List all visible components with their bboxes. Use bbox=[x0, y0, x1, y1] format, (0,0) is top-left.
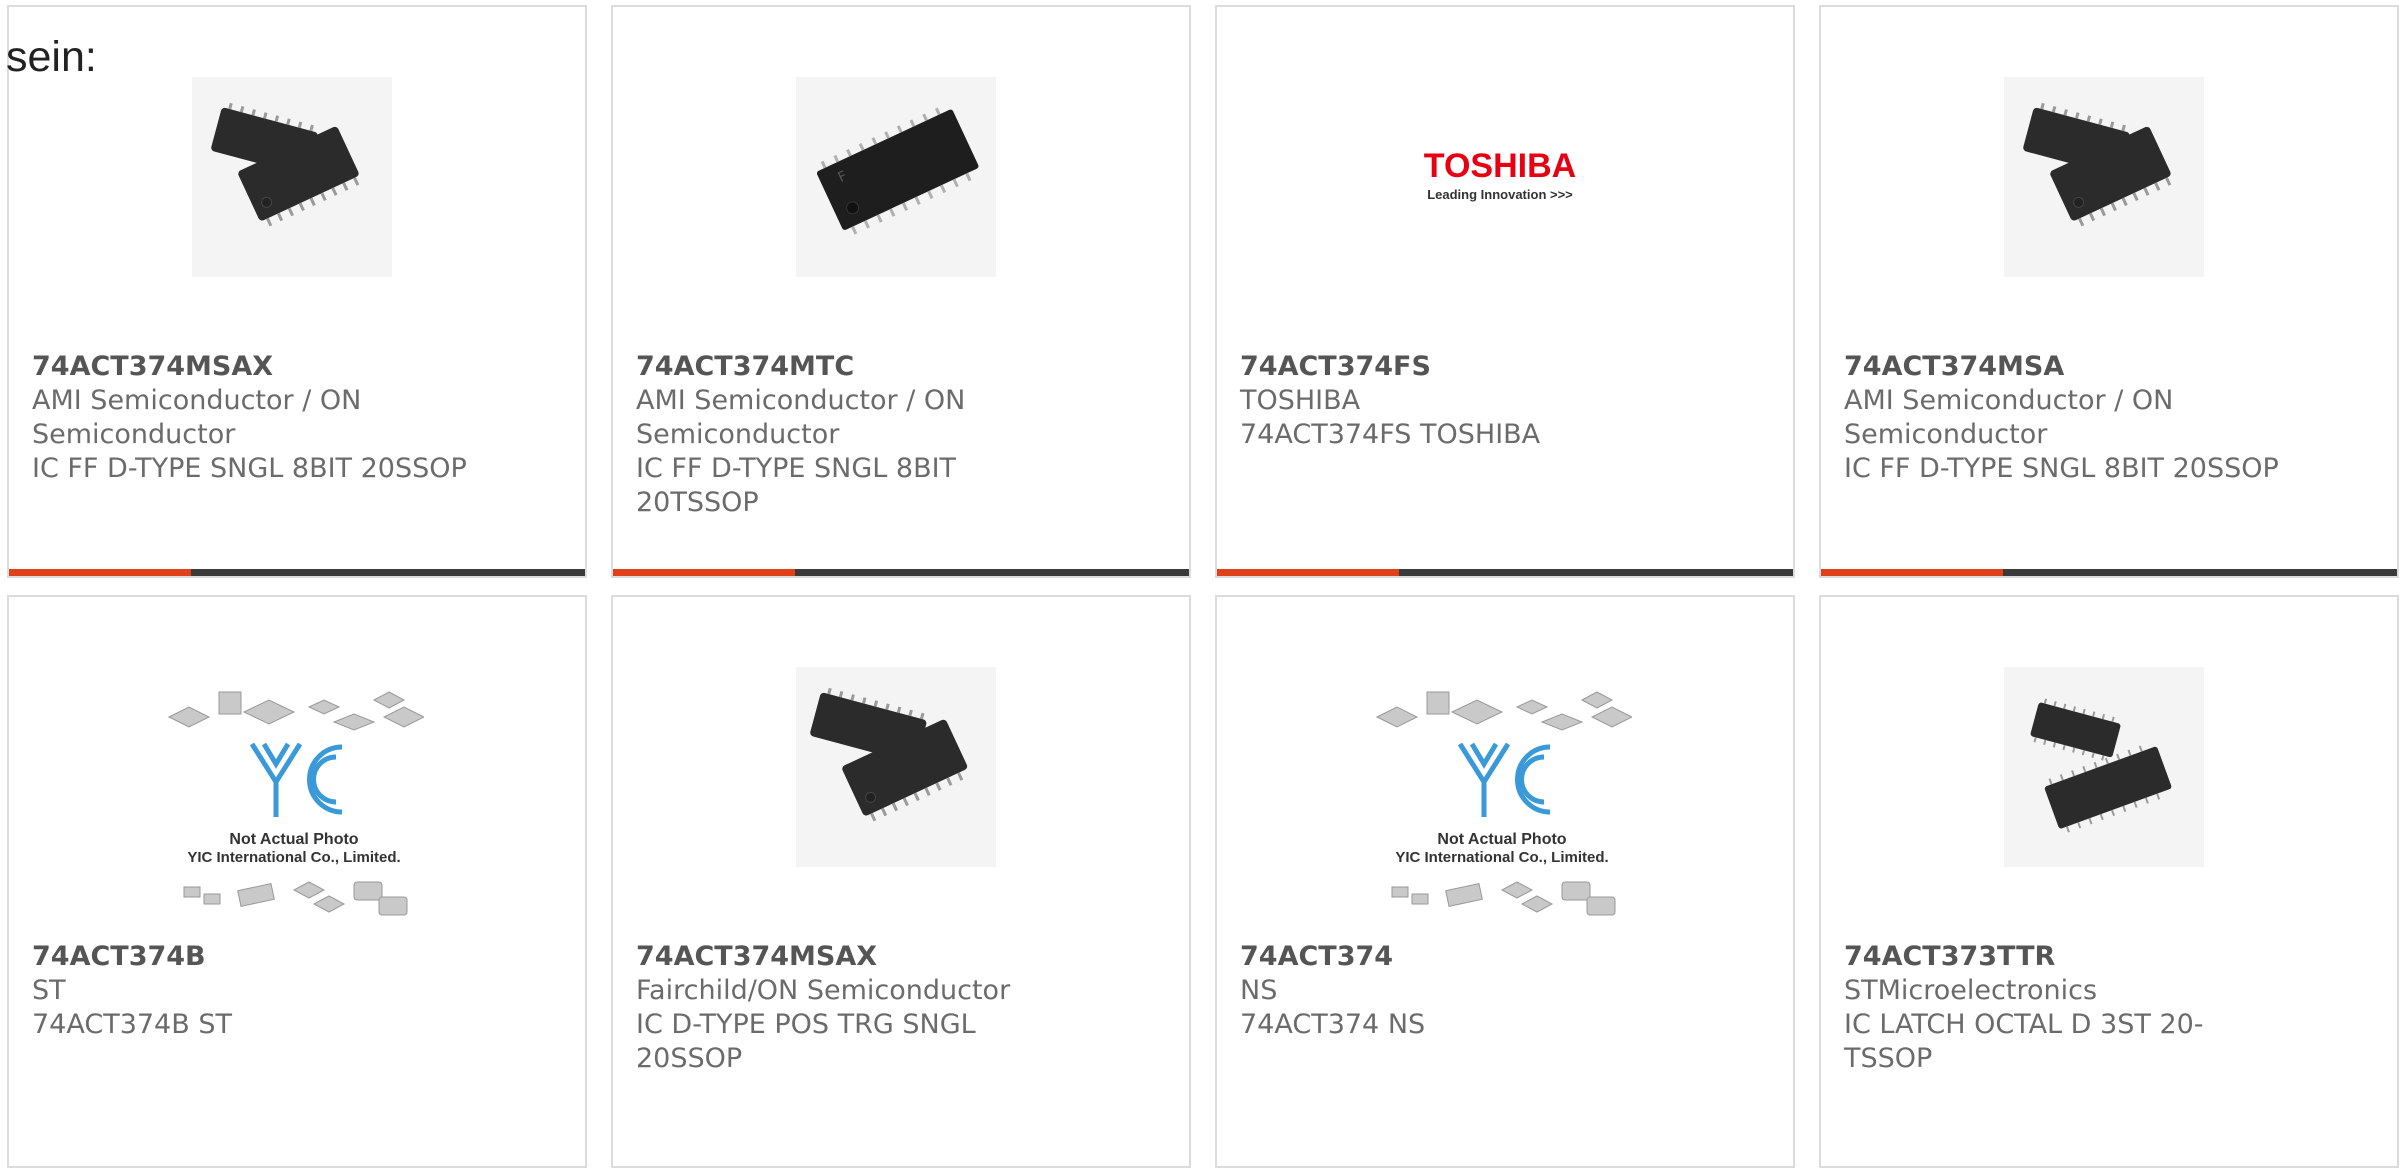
description: 74ACT374B ST bbox=[32, 1009, 232, 1040]
product-info: 74ACT374 NS 74ACT374 NS bbox=[1240, 940, 1683, 1042]
card-accent-bar bbox=[1821, 569, 2397, 576]
product-image[interactable] bbox=[2004, 667, 2204, 867]
product-grid: 74ACT374MSAX AMI Semiconductor / ON Semi… bbox=[7, 5, 2399, 1168]
manufacturer: TOSHIBA bbox=[1240, 385, 1361, 416]
part-number[interactable]: 74ACT374 bbox=[1240, 940, 1683, 974]
svg-text:Leading Innovation >>>: Leading Innovation >>> bbox=[1427, 187, 1573, 202]
product-info: 74ACT374B ST 74ACT374B ST bbox=[32, 940, 475, 1042]
description: IC D-TYPE POS TRG SNGL 20SSOP bbox=[636, 1009, 976, 1074]
product-card[interactable]: 74ACT373TTR STMicroelectronics IC LATCH … bbox=[1819, 595, 2399, 1168]
description: 74ACT374 NS bbox=[1240, 1009, 1426, 1040]
manufacturer: STMicroelectronics bbox=[1844, 975, 2098, 1006]
manufacturer: NS bbox=[1240, 975, 1278, 1006]
product-image[interactable] bbox=[2004, 77, 2204, 277]
product-info: 74ACT373TTR STMicroelectronics IC LATCH … bbox=[1844, 940, 2287, 1076]
product-info: 74ACT374FS TOSHIBA 74ACT374FS TOSHIBA bbox=[1240, 350, 1683, 452]
card-accent-bar bbox=[1217, 569, 1793, 576]
yic-placeholder-icon: Not Actual Photo YIC International Co., … bbox=[1375, 691, 1632, 916]
card-accent-bar bbox=[9, 569, 585, 576]
product-image[interactable] bbox=[796, 667, 996, 867]
product-image[interactable]: Not Actual Photo YIC International Co., … bbox=[164, 682, 424, 922]
manufacturer: AMI Semiconductor / ON Semiconductor bbox=[1844, 385, 2174, 450]
description: 74ACT374FS TOSHIBA bbox=[1240, 419, 1541, 450]
product-card[interactable]: Not Actual Photo YIC International Co., … bbox=[1215, 595, 1795, 1168]
toshiba-logo-icon: TOSHIBA Leading Innovation >>> bbox=[1424, 147, 1576, 202]
svg-text:TOSHIBA: TOSHIBA bbox=[1424, 147, 1576, 185]
part-number[interactable]: 74ACT374B bbox=[32, 940, 475, 974]
product-card[interactable]: F 74ACT374MTC AMI Semiconductor / ON Sem… bbox=[611, 5, 1191, 578]
product-image[interactable]: TOSHIBA Leading Innovation >>> bbox=[1400, 77, 1600, 277]
description: IC FF D-TYPE SNGL 8BIT 20SSOP bbox=[32, 453, 467, 484]
product-image[interactable]: Not Actual Photo YIC International Co., … bbox=[1372, 682, 1632, 922]
product-info: 74ACT374MSA AMI Semiconductor / ON Semic… bbox=[1844, 350, 2287, 486]
svg-text:Not Actual Photo: Not Actual Photo bbox=[1437, 831, 1566, 848]
part-number[interactable]: 74ACT373TTR bbox=[1844, 940, 2287, 974]
manufacturer: ST bbox=[32, 975, 66, 1006]
product-info: 74ACT374MSAX AMI Semiconductor / ON Semi… bbox=[32, 350, 475, 486]
part-number[interactable]: 74ACT374MTC bbox=[636, 350, 1079, 384]
product-image[interactable]: F bbox=[796, 77, 996, 277]
yic-placeholder-icon: Not Actual Photo YIC International Co., … bbox=[167, 691, 424, 916]
product-card[interactable]: 74ACT374MSAX Fairchild/ON Semiconductor … bbox=[611, 595, 1191, 1168]
manufacturer: AMI Semiconductor / ON Semiconductor bbox=[636, 385, 966, 450]
manufacturer: Fairchild/ON Semiconductor bbox=[636, 975, 1011, 1006]
product-card[interactable]: Not Actual Photo YIC International Co., … bbox=[7, 595, 587, 1168]
product-info: 74ACT374MSAX Fairchild/ON Semiconductor … bbox=[636, 940, 1079, 1076]
description: IC LATCH OCTAL D 3ST 20-TSSOP bbox=[1844, 1009, 2204, 1074]
product-card[interactable]: TOSHIBA Leading Innovation >>> 74ACT374F… bbox=[1215, 5, 1795, 578]
description: IC FF D-TYPE SNGL 8BIT 20SSOP bbox=[1844, 453, 2279, 484]
svg-text:YIC International Co., Limited: YIC International Co., Limited. bbox=[187, 849, 400, 866]
intro-text: sein: bbox=[6, 33, 97, 81]
part-number[interactable]: 74ACT374MSA bbox=[1844, 350, 2287, 384]
card-accent-bar bbox=[613, 569, 1189, 576]
part-number[interactable]: 74ACT374MSAX bbox=[636, 940, 1079, 974]
description: IC FF D-TYPE SNGL 8BIT 20TSSOP bbox=[636, 453, 957, 518]
product-image[interactable] bbox=[192, 77, 392, 277]
product-card[interactable]: 74ACT374MSA AMI Semiconductor / ON Semic… bbox=[1819, 5, 2399, 578]
part-number[interactable]: 74ACT374FS bbox=[1240, 350, 1683, 384]
product-info: 74ACT374MTC AMI Semiconductor / ON Semic… bbox=[636, 350, 1079, 520]
svg-text:Not Actual Photo: Not Actual Photo bbox=[229, 831, 358, 848]
manufacturer: AMI Semiconductor / ON Semiconductor bbox=[32, 385, 362, 450]
part-number[interactable]: 74ACT374MSAX bbox=[32, 350, 475, 384]
product-card[interactable]: 74ACT374MSAX AMI Semiconductor / ON Semi… bbox=[7, 5, 587, 578]
svg-text:YIC International Co., Limited: YIC International Co., Limited. bbox=[1395, 849, 1608, 866]
